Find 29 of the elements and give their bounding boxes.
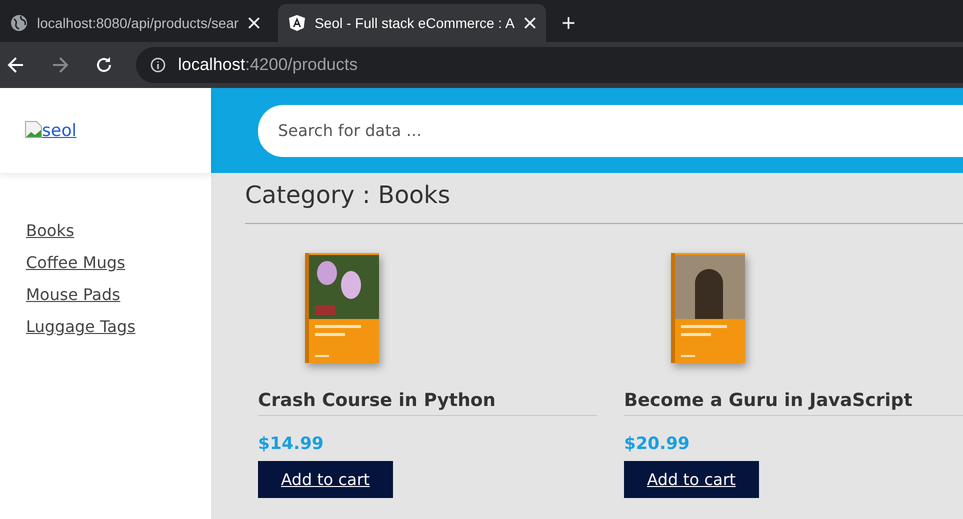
info-icon[interactable] [150, 57, 166, 73]
category-heading: Category : Books [245, 181, 963, 224]
category-link[interactable]: Luggage Tags [26, 317, 136, 336]
product-price: $14.99 [258, 434, 324, 454]
browser-tab[interactable]: Seol - Full stack eCommerce : A [278, 4, 546, 42]
forward-icon[interactable] [50, 55, 70, 75]
product-title: Become a Guru in JavaScript [624, 390, 963, 416]
logo-link[interactable]: seol [42, 120, 76, 140]
tab-title: Seol - Full stack eCommerce : A [314, 15, 515, 31]
category-link[interactable]: Coffee Mugs [26, 253, 126, 272]
product-title: Crash Course in Python [258, 390, 597, 416]
url-text[interactable]: localhost:4200/products [178, 55, 358, 75]
browser-tab[interactable]: localhost:8080/api/products/sear [0, 4, 270, 42]
reload-icon[interactable] [94, 55, 114, 75]
category-link[interactable]: Mouse Pads [26, 285, 120, 304]
broken-image-icon [25, 120, 42, 138]
product-price: $20.99 [624, 434, 690, 454]
close-icon[interactable] [524, 17, 536, 29]
close-icon[interactable] [248, 17, 260, 29]
add-to-cart-button[interactable]: Add to cart [258, 461, 393, 498]
back-icon[interactable] [6, 55, 26, 75]
new-tab-button[interactable]: + [562, 12, 576, 36]
tab-title: localhost:8080/api/products/sear [37, 15, 239, 31]
category-link[interactable]: Books [26, 221, 74, 240]
address-bar[interactable]: localhost:4200/products [136, 47, 963, 83]
add-to-cart-button[interactable]: Add to cart [624, 461, 759, 498]
angular-logo-icon [288, 14, 306, 32]
search-field[interactable]: Search for data ... [258, 104, 963, 156]
globe-icon [10, 14, 28, 32]
